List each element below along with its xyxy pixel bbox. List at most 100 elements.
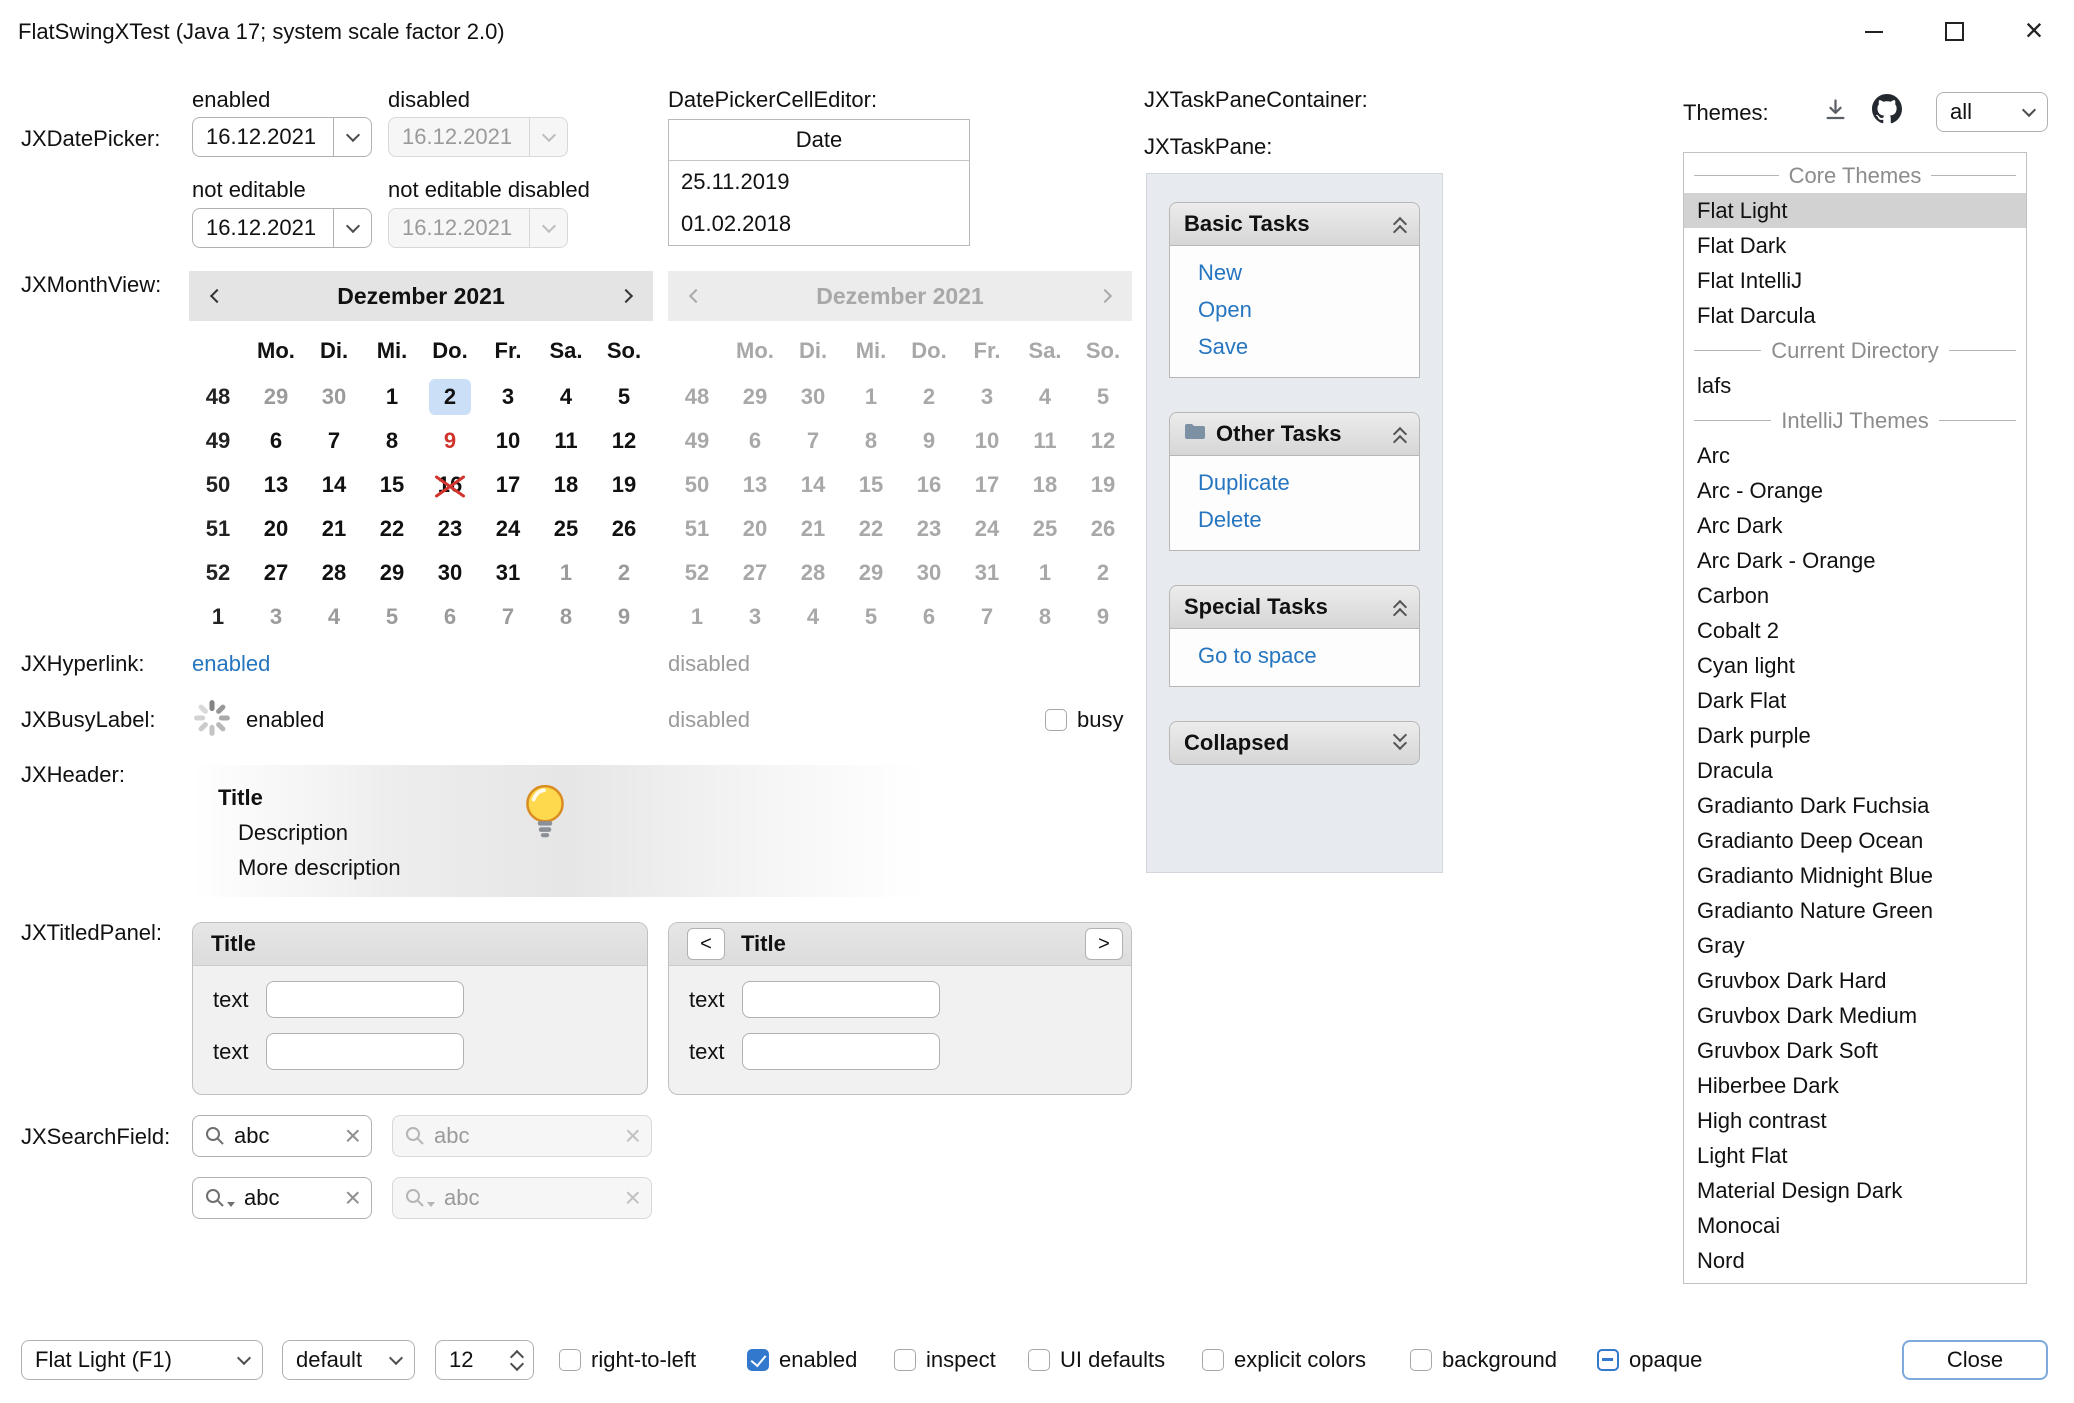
calendar-day[interactable]: 1 <box>1016 551 1074 595</box>
calendar-day[interactable]: 26 <box>595 507 653 551</box>
theme-item[interactable]: Monocai <box>1684 1208 2026 1243</box>
date-picker-not-editable[interactable]: 16.12.2021 <box>192 208 372 248</box>
calendar-day[interactable]: 6 <box>726 419 784 463</box>
theme-item[interactable]: Gradianto Dark Fuchsia <box>1684 788 2026 823</box>
checkbox[interactable] <box>1597 1349 1619 1371</box>
calendar-day[interactable]: 8 <box>842 419 900 463</box>
calendar-day[interactable]: 24 <box>479 507 537 551</box>
theme-item[interactable]: Arc Dark <box>1684 508 2026 543</box>
theme-item[interactable]: Flat Dark <box>1684 228 2026 263</box>
calendar-day[interactable]: 6 <box>247 419 305 463</box>
calendar-prev-button[interactable] <box>189 271 241 321</box>
calendar-day[interactable]: 5 <box>1074 375 1132 419</box>
theme-item[interactable]: Arc - Orange <box>1684 473 2026 508</box>
calendar-day[interactable]: 9 <box>900 419 958 463</box>
taskpane-header[interactable]: Collapsed <box>1169 721 1420 765</box>
checkbox-row[interactable]: background <box>1410 1340 1557 1380</box>
calendar-day[interactable]: 14 <box>784 463 842 507</box>
checkbox[interactable] <box>894 1349 916 1371</box>
calendar-day[interactable]: 30 <box>784 375 842 419</box>
theme-item[interactable]: Cyan light <box>1684 648 2026 683</box>
calendar-day[interactable]: 4 <box>305 595 363 639</box>
task-link[interactable]: Go to space <box>1198 637 1419 674</box>
close-button[interactable]: Close <box>1902 1340 2048 1380</box>
theme-item[interactable]: Flat Light <box>1684 193 2026 228</box>
calendar-day[interactable]: 10 <box>479 419 537 463</box>
text-input[interactable] <box>266 1033 464 1070</box>
calendar-day[interactable]: 3 <box>726 595 784 639</box>
calendar-day[interactable]: 9 <box>595 595 653 639</box>
calendar-day[interactable]: 2 <box>595 551 653 595</box>
taskpane-header[interactable]: Special Tasks <box>1169 585 1420 629</box>
theme-item[interactable]: Hiberbee Dark <box>1684 1068 2026 1103</box>
combo-dropdown-button[interactable] <box>377 1341 414 1379</box>
theme-item[interactable]: Dracula <box>1684 753 2026 788</box>
calendar-day[interactable]: 27 <box>247 551 305 595</box>
spinner-buttons[interactable] <box>501 1341 533 1379</box>
theme-item[interactable]: lafs <box>1684 368 2026 403</box>
calendar-day[interactable]: 31 <box>479 551 537 595</box>
calendar-day[interactable]: 30 <box>900 551 958 595</box>
calendar-day[interactable]: 12 <box>1074 419 1132 463</box>
taskpane-header[interactable]: Basic Tasks <box>1169 202 1420 246</box>
date-picker-dropdown-button[interactable] <box>333 118 371 156</box>
calendar-day[interactable]: 15 <box>363 463 421 507</box>
calendar-day[interactable]: 21 <box>305 507 363 551</box>
calendar-day[interactable]: 11 <box>537 419 595 463</box>
calendar-day[interactable]: 18 <box>1016 463 1074 507</box>
calendar-day[interactable]: 6 <box>421 595 479 639</box>
calendar-day[interactable]: 15 <box>842 463 900 507</box>
calendar-day[interactable]: 7 <box>784 419 842 463</box>
calendar-day[interactable]: 16 <box>421 463 479 507</box>
calendar-day[interactable]: 29 <box>726 375 784 419</box>
calendar-day[interactable]: 20 <box>247 507 305 551</box>
calendar-day[interactable]: 30 <box>305 375 363 419</box>
checkbox[interactable] <box>559 1349 581 1371</box>
calendar-day[interactable]: 1 <box>537 551 595 595</box>
calendar-day[interactable]: 28 <box>305 551 363 595</box>
clear-icon[interactable]: × <box>345 1184 361 1212</box>
font-size-spinner[interactable]: 12 <box>435 1340 534 1380</box>
calendar-day[interactable]: 26 <box>1074 507 1132 551</box>
date-picker-enabled[interactable]: 16.12.2021 <box>192 117 372 157</box>
calendar-day[interactable]: 5 <box>842 595 900 639</box>
theme-list[interactable]: Core ThemesFlat LightFlat DarkFlat Intel… <box>1683 152 2027 1284</box>
calendar-day[interactable]: 24 <box>958 507 1016 551</box>
calendar-day[interactable]: 7 <box>305 419 363 463</box>
theme-item[interactable]: Arc <box>1684 438 2026 473</box>
search-value[interactable]: abc <box>244 1185 336 1211</box>
calendar-day[interactable]: 5 <box>363 595 421 639</box>
theme-item[interactable]: Cobalt 2 <box>1684 613 2026 648</box>
calendar-day[interactable]: 1 <box>842 375 900 419</box>
theme-item[interactable]: Gradianto Midnight Blue <box>1684 858 2026 893</box>
checkbox-row[interactable]: enabled <box>747 1340 857 1380</box>
combo-dropdown-button[interactable] <box>2010 93 2047 131</box>
checkbox-row[interactable]: inspect <box>894 1340 996 1380</box>
search-field-enabled[interactable]: abc × <box>192 1115 372 1157</box>
calendar-day[interactable]: 29 <box>363 551 421 595</box>
calendar-day[interactable]: 13 <box>726 463 784 507</box>
calendar-day[interactable]: 17 <box>479 463 537 507</box>
theme-item[interactable]: Dark Flat <box>1684 683 2026 718</box>
calendar-day[interactable]: 4 <box>784 595 842 639</box>
titled-panel-prev-button[interactable]: < <box>687 928 725 960</box>
calendar-day[interactable]: 7 <box>479 595 537 639</box>
theme-item[interactable]: Gradianto Nature Green <box>1684 893 2026 928</box>
checkbox[interactable] <box>747 1349 769 1371</box>
theme-item[interactable]: Gray <box>1684 928 2026 963</box>
checkbox[interactable] <box>1410 1349 1432 1371</box>
calendar-next-button[interactable] <box>601 271 653 321</box>
calendar-day[interactable]: 8 <box>1016 595 1074 639</box>
calendar-day[interactable]: 10 <box>958 419 1016 463</box>
hyperlink-enabled[interactable]: enabled <box>192 651 270 677</box>
text-input[interactable] <box>266 981 464 1018</box>
task-link[interactable]: Save <box>1198 328 1419 365</box>
theme-item[interactable]: Gradianto Deep Ocean <box>1684 823 2026 858</box>
theme-item[interactable]: Material Design Dark <box>1684 1173 2026 1208</box>
calendar-day[interactable]: 17 <box>958 463 1016 507</box>
theme-item[interactable]: Carbon <box>1684 578 2026 613</box>
theme-item[interactable]: Flat IntelliJ <box>1684 263 2026 298</box>
task-link[interactable]: Duplicate <box>1198 464 1419 501</box>
calendar-day[interactable]: 2 <box>900 375 958 419</box>
calendar-day[interactable]: 23 <box>900 507 958 551</box>
